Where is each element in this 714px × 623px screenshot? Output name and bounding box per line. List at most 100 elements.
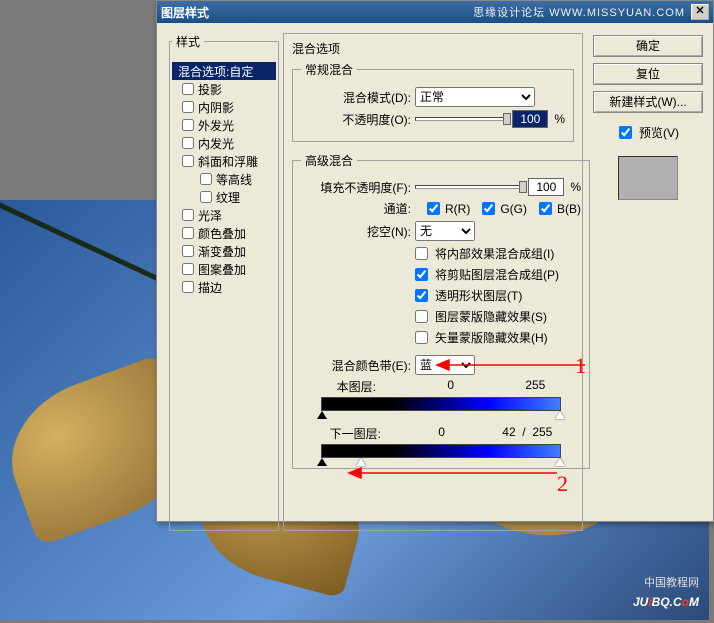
annotation-number-1: 1	[575, 353, 586, 379]
checkbox[interactable]	[182, 209, 194, 221]
style-item-label: 纹理	[216, 189, 240, 206]
styles-legend: 样式	[172, 33, 204, 50]
style-item-label: 描边	[198, 279, 222, 296]
style-item-satin[interactable]: 光泽	[172, 206, 276, 224]
this-layer-low: 0	[447, 378, 454, 395]
this-layer-label: 本图层:	[337, 378, 376, 395]
styles-list: 混合选项:自定 投影 内阴影 外发光 内发光 斜面和浮雕 等高线 纹理 光泽 颜…	[172, 62, 276, 296]
style-item-label: 光泽	[198, 207, 222, 224]
style-item-pattern-overlay[interactable]: 图案叠加	[172, 260, 276, 278]
opacity-label: 不透明度(O):	[301, 111, 411, 128]
general-legend: 常规混合	[301, 61, 357, 78]
general-blending-group: 常规混合 混合模式(D): 正常 不透明度(O): %	[292, 61, 574, 142]
blend-if-select[interactable]: 蓝	[415, 355, 475, 375]
this-layer-gradient[interactable]	[321, 397, 561, 411]
chk-label: 透明形状图层(T)	[435, 287, 522, 304]
underlying-high: 255	[532, 425, 552, 439]
chk-label: 将内部效果混合成组(I)	[435, 245, 554, 262]
channel-b[interactable]: B(B)	[535, 199, 581, 218]
this-layer-high: 255	[525, 378, 545, 395]
chk-transparency-shapes[interactable]	[415, 289, 428, 302]
preview-checkbox-row[interactable]: 预览(V)	[615, 123, 703, 142]
checkbox[interactable]	[182, 245, 194, 257]
checkbox[interactable]	[482, 202, 495, 215]
channel-g[interactable]: G(G)	[478, 199, 527, 218]
style-item-inner-glow[interactable]: 内发光	[172, 134, 276, 152]
new-style-button[interactable]: 新建样式(W)...	[593, 91, 703, 113]
juibq-watermark: JUiBQ.CoM	[633, 589, 699, 612]
checkbox[interactable]	[182, 263, 194, 275]
chk-label: 将剪贴图层混合成组(P)	[435, 266, 559, 283]
slider-white-high[interactable]	[555, 411, 565, 419]
style-item-bevel-emboss[interactable]: 斜面和浮雕	[172, 152, 276, 170]
fill-opacity-input[interactable]	[528, 178, 564, 196]
checkbox[interactable]	[539, 202, 552, 215]
style-item-label: 颜色叠加	[198, 225, 246, 242]
knockout-select[interactable]: 无	[415, 221, 475, 241]
slider-black-low[interactable]	[317, 458, 327, 466]
style-item-stroke[interactable]: 描边	[172, 278, 276, 296]
style-item-outer-glow[interactable]: 外发光	[172, 116, 276, 134]
blend-mode-label: 混合模式(D):	[301, 89, 411, 106]
style-item-gradient-overlay[interactable]: 渐变叠加	[172, 242, 276, 260]
style-item-label: 等高线	[216, 171, 252, 188]
style-item-contour[interactable]: 等高线	[172, 170, 276, 188]
style-item-label: 投影	[198, 81, 222, 98]
checkbox[interactable]	[182, 119, 194, 131]
advanced-blending-group: 高级混合 填充不透明度(F): % 通道: R(R) G(G) B(B)	[292, 152, 590, 469]
fill-opacity-slider[interactable]	[415, 185, 524, 189]
reset-button[interactable]: 复位	[593, 63, 703, 85]
slider-thumb[interactable]	[519, 181, 527, 193]
underlying-split: 42	[502, 425, 515, 439]
knockout-label: 挖空(N):	[301, 223, 411, 240]
channel-r[interactable]: R(R)	[423, 199, 470, 218]
checkbox[interactable]	[200, 173, 212, 185]
style-item-blending-options[interactable]: 混合选项:自定	[172, 62, 276, 80]
chk-clipped-layers[interactable]	[415, 268, 428, 281]
preview-checkbox[interactable]	[619, 126, 632, 139]
forum-watermark: 思缘设计论坛 WWW.MISSYUAN.COM	[473, 4, 685, 20]
blend-mode-select[interactable]: 正常	[415, 87, 535, 107]
opacity-slider[interactable]	[415, 117, 508, 121]
style-item-label: 外发光	[198, 117, 234, 134]
checkbox[interactable]	[182, 155, 194, 167]
titlebar[interactable]: 图层样式 思缘设计论坛 WWW.MISSYUAN.COM ✕	[157, 1, 713, 23]
checkbox[interactable]	[182, 101, 194, 113]
percent-unit: %	[570, 180, 581, 194]
dialog-buttons: 确定 复位 新建样式(W)... 预览(V)	[593, 35, 703, 200]
underlying-low: 0	[438, 425, 445, 442]
tutorial-site-watermark: 中国教程网	[644, 574, 699, 590]
style-item-label: 混合选项:自定	[178, 63, 253, 80]
style-item-label: 图案叠加	[198, 261, 246, 278]
style-item-inner-shadow[interactable]: 内阴影	[172, 98, 276, 116]
underlying-layer-gradient[interactable]	[321, 444, 561, 458]
preview-swatch	[618, 156, 678, 200]
underlying-layer-label: 下一图层:	[330, 425, 381, 442]
slider-white-high[interactable]	[555, 458, 565, 466]
checkbox[interactable]	[182, 137, 194, 149]
style-item-label: 内发光	[198, 135, 234, 152]
blend-if-section: 本图层: 0 255 下一图层: 0 42 / 255	[301, 378, 581, 458]
checkbox[interactable]	[182, 227, 194, 239]
chk-vector-mask-hides[interactable]	[415, 331, 428, 344]
slider-thumb[interactable]	[503, 113, 511, 125]
blending-options-panel: 混合选项 常规混合 混合模式(D): 正常 不透明度(O): % 高级混合	[283, 33, 583, 531]
chk-layer-mask-hides[interactable]	[415, 310, 428, 323]
close-button[interactable]: ✕	[691, 4, 709, 20]
checkbox[interactable]	[182, 281, 194, 293]
checkbox[interactable]	[182, 83, 194, 95]
slider-white-split[interactable]	[356, 458, 366, 466]
checkbox[interactable]	[200, 191, 212, 203]
style-item-label: 内阴影	[198, 99, 234, 116]
layer-style-dialog: 图层样式 思缘设计论坛 WWW.MISSYUAN.COM ✕ 样式 混合选项:自…	[156, 0, 714, 522]
checkbox[interactable]	[427, 202, 440, 215]
style-item-texture[interactable]: 纹理	[172, 188, 276, 206]
chk-interior-effects[interactable]	[415, 247, 428, 260]
ok-button[interactable]: 确定	[593, 35, 703, 57]
style-item-drop-shadow[interactable]: 投影	[172, 80, 276, 98]
slider-black-low[interactable]	[317, 411, 327, 419]
fill-opacity-label: 填充不透明度(F):	[301, 179, 411, 196]
opacity-input[interactable]	[512, 110, 548, 128]
section-title: 混合选项	[292, 40, 574, 57]
style-item-color-overlay[interactable]: 颜色叠加	[172, 224, 276, 242]
